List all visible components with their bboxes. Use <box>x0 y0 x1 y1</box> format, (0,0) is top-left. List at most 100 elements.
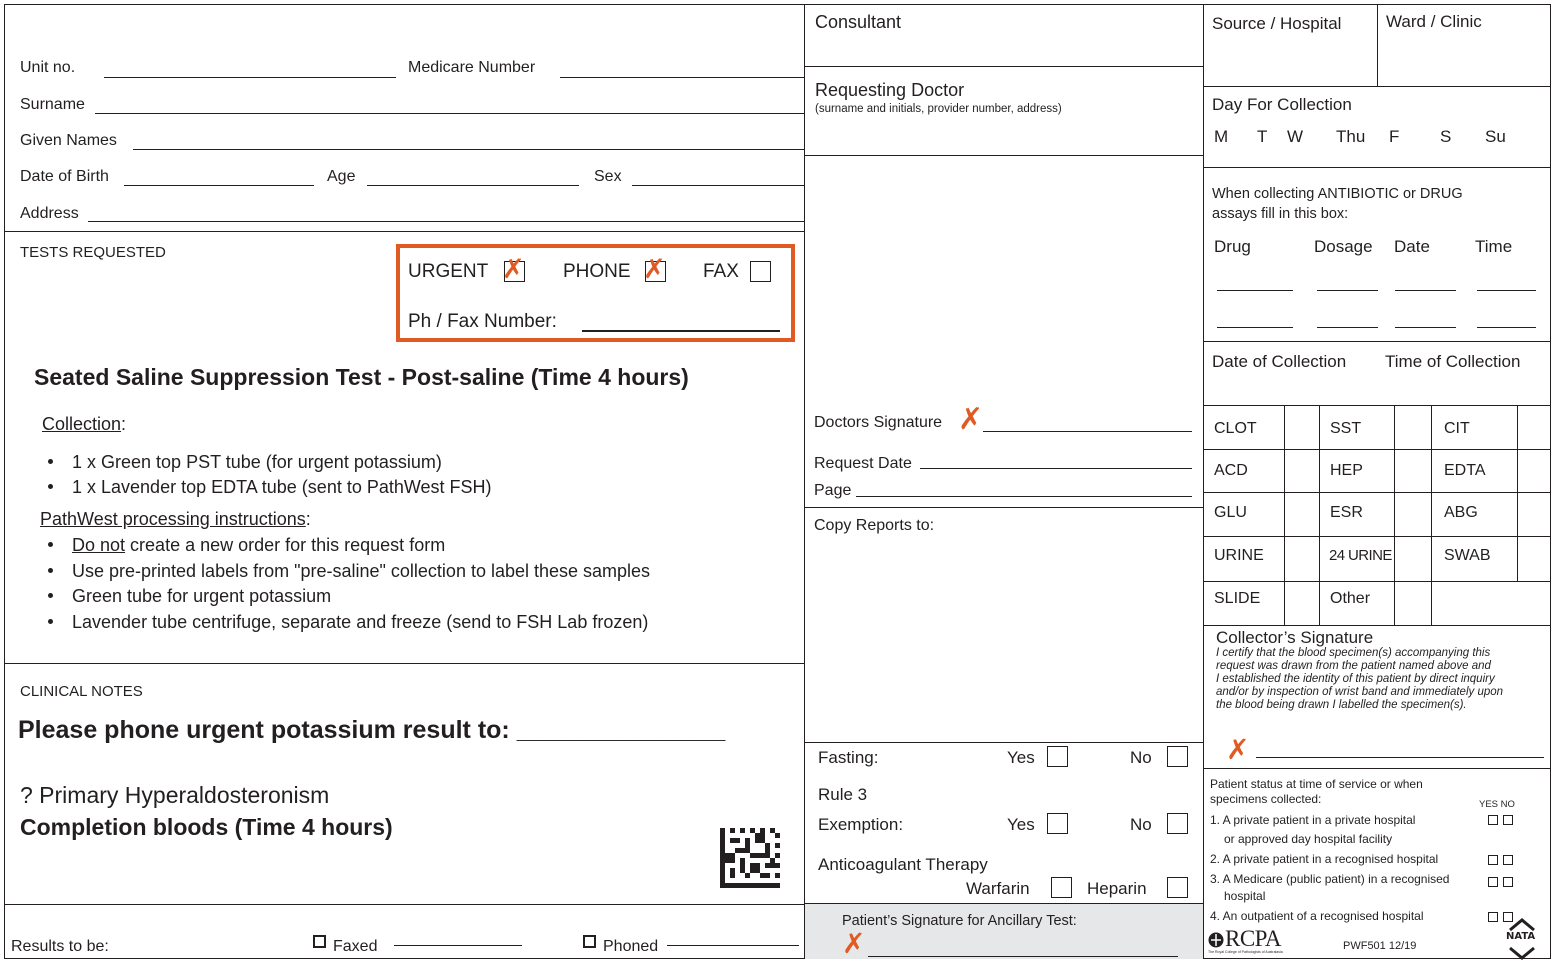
doctor-signature-field[interactable] <box>983 431 1192 432</box>
given-names-field[interactable] <box>133 149 804 150</box>
dob-field[interactable] <box>124 185 314 186</box>
tube-swab: SWAB <box>1444 547 1491 564</box>
processing-heading: PathWest processing instructions: <box>40 509 311 530</box>
status-item-2: 2. A private patient in a recognised hos… <box>1210 852 1439 866</box>
day-su[interactable]: Su <box>1485 127 1506 147</box>
age-field[interactable] <box>367 185 579 186</box>
status-1-yes-checkbox[interactable] <box>1488 815 1498 825</box>
tube-glu: GLU <box>1214 504 1247 521</box>
status-2-yes-checkbox[interactable] <box>1488 855 1498 865</box>
phone-label: PHONE <box>563 261 631 282</box>
certify-line: the blood being drawn I labelled the spe… <box>1216 699 1467 711</box>
certify-line: and/or by inspection of wrist band and i… <box>1216 686 1504 698</box>
fasting-yes-checkbox[interactable] <box>1047 746 1068 767</box>
divider-fasting <box>804 742 1203 743</box>
warfarin-checkbox[interactable] <box>1051 877 1072 898</box>
address-field[interactable] <box>88 221 804 222</box>
processing-list: Do not create a new order for this reque… <box>40 533 650 635</box>
divider-ward <box>1377 4 1378 86</box>
doctor-signature-label: Doctors Signature <box>814 414 943 431</box>
heparin-checkbox[interactable] <box>1167 877 1188 898</box>
collector-signature-field[interactable] <box>1256 757 1544 758</box>
divider-requesting <box>804 155 1203 156</box>
tube-grid-line <box>1203 449 1551 450</box>
ph-fax-label: Ph / Fax Number: <box>408 311 557 332</box>
collector-signature-x-mark: ✗ <box>1226 733 1250 766</box>
status-item-4: 4. An outpatient of a recognised hospita… <box>1210 909 1424 923</box>
doctor-signature-x-mark: ✗ <box>958 402 984 437</box>
urgent-label: URGENT <box>408 261 489 282</box>
day-m[interactable]: M <box>1214 127 1228 147</box>
date-field-1[interactable] <box>1395 290 1456 291</box>
patient-signature-field[interactable] <box>868 956 1178 957</box>
status-item-1b: or approved day hospital facility <box>1224 832 1393 846</box>
dosage-field-1[interactable] <box>1317 290 1378 291</box>
phoned-checkbox[interactable] <box>583 935 596 948</box>
day-t[interactable]: T <box>1257 127 1267 147</box>
sex-field[interactable] <box>632 185 804 186</box>
status-2-no-checkbox[interactable] <box>1503 855 1513 865</box>
tube-hep: HEP <box>1330 462 1363 479</box>
given-names-label: Given Names <box>20 132 117 149</box>
faxed-field[interactable] <box>394 945 522 946</box>
fax-label: FAX <box>703 261 739 282</box>
medicare-field[interactable] <box>560 77 804 78</box>
divider-day <box>1203 86 1551 87</box>
rcpa-logo: RCPA The Royal College of Pathologists o… <box>1208 926 1318 959</box>
phoned-field[interactable] <box>667 945 799 946</box>
status-item-3: 3. A Medicare (public patient) in a reco… <box>1210 872 1450 886</box>
faxed-checkbox[interactable] <box>313 935 326 948</box>
collector-signature-label: Collector’s Signature <box>1216 628 1374 647</box>
status-3-yes-checkbox[interactable] <box>1488 877 1498 887</box>
status-1-no-checkbox[interactable] <box>1503 815 1513 825</box>
day-w[interactable]: W <box>1287 127 1303 147</box>
date-field-2[interactable] <box>1395 327 1456 328</box>
tube-grid-line <box>1203 581 1551 582</box>
address-label: Address <box>20 205 79 222</box>
collection-heading-text: Collection <box>42 414 122 434</box>
day-s[interactable]: S <box>1440 127 1451 147</box>
urgent-x-mark: ✗ <box>502 254 525 285</box>
exemption-label: Exemption: <box>818 815 904 834</box>
status-4-yes-checkbox[interactable] <box>1488 912 1498 922</box>
divider-tubes <box>1203 405 1551 406</box>
day-f[interactable]: F <box>1389 127 1399 147</box>
day-thu[interactable]: Thu <box>1336 127 1365 147</box>
tube-edta: EDTA <box>1444 462 1486 479</box>
drug-field-2[interactable] <box>1217 327 1293 328</box>
divider-left-mid <box>804 4 805 959</box>
phone-result-text: Please phone urgent potassium result to:… <box>18 716 726 744</box>
time-field-2[interactable] <box>1477 327 1536 328</box>
exemption-yes-checkbox[interactable] <box>1047 813 1068 834</box>
processing-item: Do not create a new order for this reque… <box>40 533 650 559</box>
dosage-field-2[interactable] <box>1317 327 1378 328</box>
fasting-no-checkbox[interactable] <box>1167 746 1188 767</box>
date-label: Date <box>1394 237 1430 256</box>
warfarin-label: Warfarin <box>966 879 1030 898</box>
surname-field[interactable] <box>95 113 804 114</box>
ph-fax-field[interactable] <box>582 330 780 332</box>
status-3-no-checkbox[interactable] <box>1503 877 1513 887</box>
processing-item: Use pre-printed labels from "pre-saline"… <box>40 559 650 585</box>
page-field[interactable] <box>856 496 1192 497</box>
fax-checkbox[interactable] <box>750 261 771 282</box>
unit-no-field[interactable] <box>104 77 396 78</box>
tube-grid-line <box>1394 405 1395 625</box>
divider-clinical <box>4 663 804 664</box>
heparin-label: Heparin <box>1087 879 1147 898</box>
page-label: Page <box>814 482 852 499</box>
tube-grid-line <box>1203 492 1551 493</box>
drug-field-1[interactable] <box>1217 290 1293 291</box>
request-date-field[interactable] <box>920 468 1192 469</box>
exemption-no-label: No <box>1130 815 1152 834</box>
unit-no-label: Unit no. <box>20 59 76 76</box>
time-field-1[interactable] <box>1477 290 1536 291</box>
rule3-label: Rule 3 <box>818 785 868 804</box>
fasting-no-label: No <box>1130 748 1152 767</box>
completion-text: Completion bloods (Time 4 hours) <box>20 814 393 840</box>
rcpa-emblem-icon <box>1208 932 1224 948</box>
tube-grid-line <box>1319 405 1320 625</box>
anticoagulant-label: Anticoagulant Therapy <box>818 855 988 874</box>
status-item-3b: hospital <box>1224 889 1266 903</box>
exemption-no-checkbox[interactable] <box>1167 813 1188 834</box>
